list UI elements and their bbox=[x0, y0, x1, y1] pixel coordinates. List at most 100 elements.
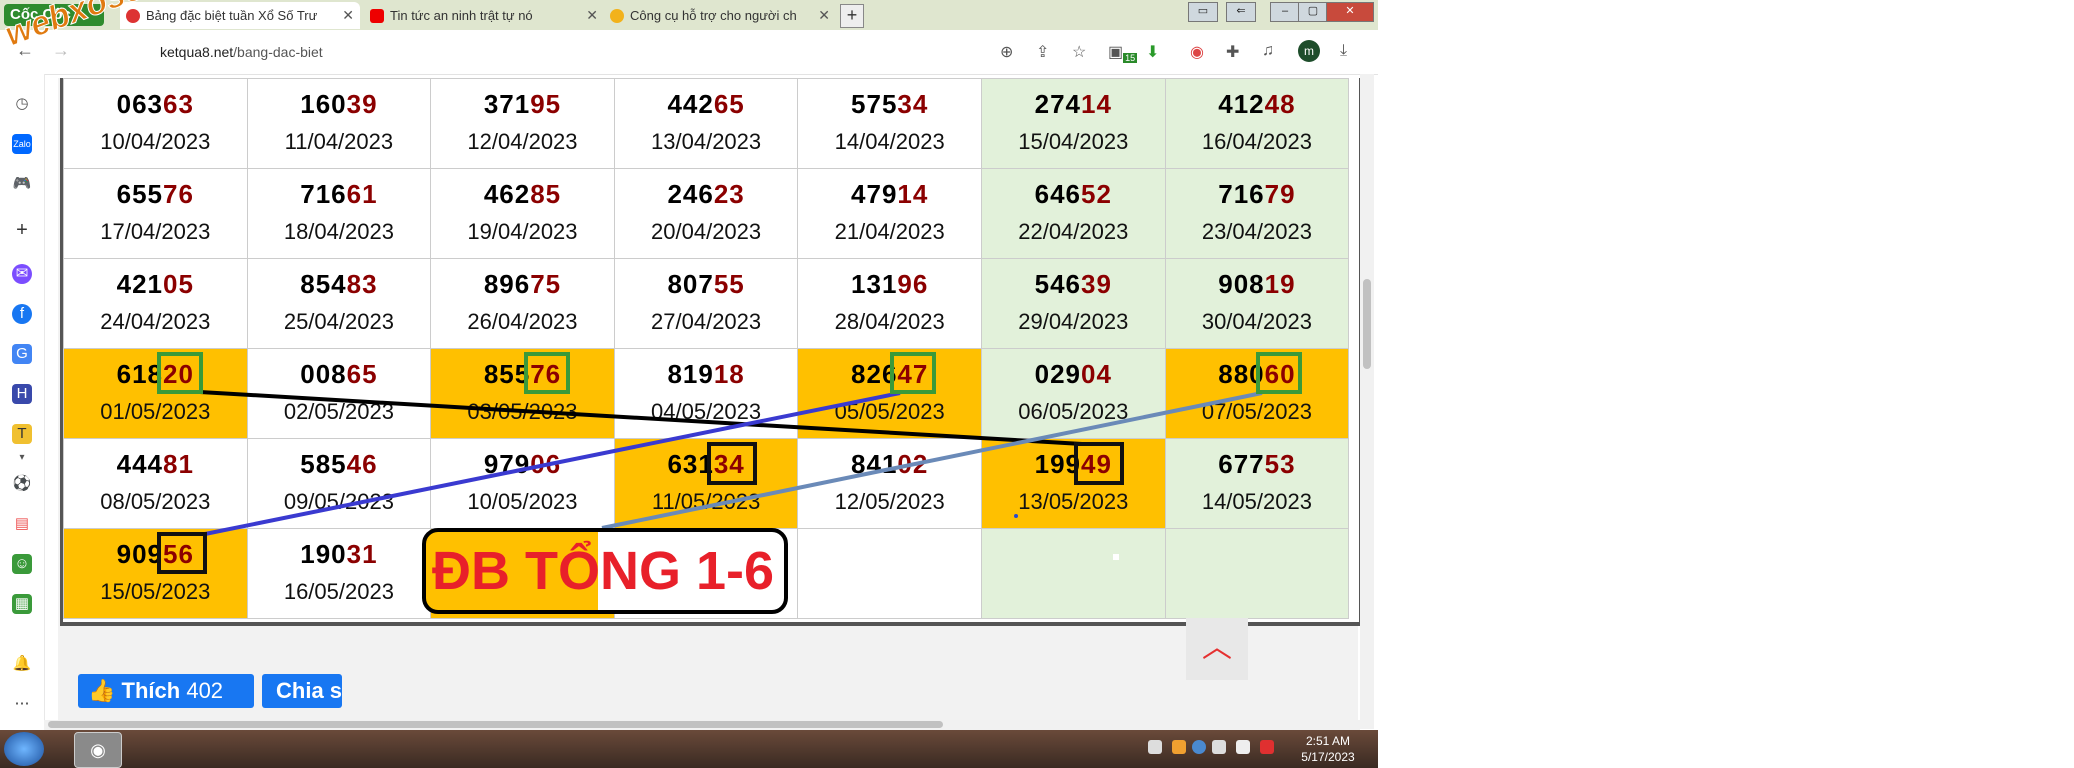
result-cell: 00865 02/05/2023 bbox=[246, 348, 432, 439]
taskbar-coccoc-icon[interactable]: ◉ bbox=[74, 732, 122, 768]
zalo-icon[interactable]: Zalo bbox=[12, 134, 32, 154]
result-cell: 61820 01/05/2023 bbox=[63, 348, 248, 439]
profile-avatar[interactable]: m bbox=[1298, 40, 1320, 62]
result-cell: 84102 12/05/2023 bbox=[797, 438, 982, 529]
number-head: 677 bbox=[1218, 449, 1265, 479]
result-date: 10/04/2023 bbox=[100, 129, 211, 154]
windows-start-icon[interactable] bbox=[4, 732, 44, 766]
add-icon[interactable]: + bbox=[12, 220, 32, 240]
tab-cong-cu[interactable]: Công cụ hỗ trợ cho người ch ✕ bbox=[604, 2, 836, 29]
result-date: 13/04/2023 bbox=[651, 129, 762, 154]
result-number: 00865 bbox=[248, 359, 431, 390]
url-field[interactable]: ketqua8.net/bang-dac-biet bbox=[160, 44, 323, 60]
vertical-scrollbar[interactable] bbox=[1360, 74, 1374, 729]
bell-icon[interactable]: 🔔 bbox=[12, 654, 32, 674]
screenshot-icon[interactable]: ▭ bbox=[1188, 2, 1218, 22]
result-date: 16/04/2023 bbox=[1201, 129, 1312, 154]
tray-app-icon[interactable] bbox=[1172, 740, 1186, 754]
game-icon[interactable]: 🎮 bbox=[12, 174, 32, 194]
result-cell: 44265 13/04/2023 bbox=[613, 78, 799, 169]
share-button[interactable]: Chia s bbox=[262, 674, 342, 708]
media-icon[interactable]: ♫ bbox=[1262, 42, 1274, 60]
scroll-thumb[interactable] bbox=[1363, 279, 1371, 369]
number-tail: 55 bbox=[713, 269, 745, 299]
result-number: 41248 bbox=[1166, 89, 1349, 120]
result-date: 22/04/2023 bbox=[1018, 219, 1129, 244]
tray-network-icon[interactable] bbox=[1148, 740, 1162, 754]
maximize-button[interactable]: ▢ bbox=[1298, 2, 1328, 22]
number-head: 421 bbox=[116, 269, 164, 299]
result-date: 03/05/2023 bbox=[467, 399, 578, 424]
like-button[interactable]: 👍 Thích 402 bbox=[78, 674, 254, 708]
messenger-icon[interactable]: ✉ bbox=[12, 264, 32, 284]
number-tail: 65 bbox=[713, 89, 745, 119]
chevron-down-icon[interactable]: ▾ bbox=[12, 448, 32, 468]
result-cell: 89675 26/04/2023 bbox=[430, 258, 615, 349]
tray-v-icon[interactable] bbox=[1260, 740, 1274, 754]
result-date: 11/04/2023 bbox=[284, 129, 394, 154]
star-icon[interactable]: ☆ bbox=[1072, 42, 1086, 62]
tray-globe-icon[interactable] bbox=[1192, 740, 1206, 754]
history-icon[interactable]: ◷ bbox=[12, 94, 32, 114]
result-number: 24623 bbox=[615, 179, 798, 210]
number-tail: 96 bbox=[897, 269, 929, 299]
result-date: 15/04/2023 bbox=[1018, 129, 1129, 154]
result-cell bbox=[1164, 528, 1350, 619]
hscroll-thumb[interactable] bbox=[48, 721, 943, 728]
number-head: 412 bbox=[1218, 89, 1265, 119]
horizontal-scrollbar[interactable] bbox=[44, 720, 1360, 730]
result-number: 71679 bbox=[1166, 179, 1349, 210]
facebook-icon[interactable]: f bbox=[12, 304, 32, 324]
window-close-button[interactable]: ✕ bbox=[1326, 2, 1374, 22]
puzzle-icon[interactable]: ✚ bbox=[1226, 42, 1239, 62]
downloads-icon[interactable]: ⤓ bbox=[1340, 42, 1347, 60]
close-icon[interactable]: ✕ bbox=[818, 2, 830, 29]
minimize-button[interactable]: – bbox=[1270, 2, 1300, 22]
number-tail: 53 bbox=[1264, 449, 1296, 479]
close-icon[interactable]: ✕ bbox=[342, 2, 354, 29]
result-date: 07/05/2023 bbox=[1201, 399, 1312, 424]
scroll-to-top-button[interactable]: ︿ bbox=[1186, 618, 1248, 680]
close-icon[interactable]: ✕ bbox=[586, 2, 598, 29]
extension-badge-icon[interactable]: ▣ 15 bbox=[1108, 42, 1138, 64]
back-tab-icon[interactable]: ⇐ bbox=[1226, 2, 1256, 22]
taskbar: ◉ 2:51 AM 5/17/2023 bbox=[0, 730, 1378, 768]
number-tail: 52 bbox=[1081, 179, 1112, 209]
result-date: 12/04/2023 bbox=[467, 129, 578, 154]
result-cell: 02904 06/05/2023 bbox=[981, 348, 1166, 439]
number-tail: 79 bbox=[1264, 179, 1296, 209]
result-date: 27/04/2023 bbox=[651, 309, 762, 334]
tray-flag-icon[interactable] bbox=[1212, 740, 1226, 754]
number-tail: 02 bbox=[897, 449, 929, 479]
share-icon[interactable]: ⇪ bbox=[1036, 42, 1049, 62]
shop-icon[interactable]: ▤ bbox=[12, 514, 32, 534]
result-cell: 67753 14/05/2023 bbox=[1164, 438, 1350, 529]
result-number: 42105 bbox=[64, 269, 247, 300]
result-number: 90819 bbox=[1166, 269, 1349, 300]
system-clock[interactable]: 2:51 AM 5/17/2023 bbox=[1300, 733, 1356, 765]
zoom-icon[interactable]: ⊕ bbox=[1000, 42, 1013, 62]
highlight-box-76 bbox=[524, 352, 570, 394]
number-tail: 85 bbox=[530, 179, 562, 209]
sidebar: ◷ Zalo 🎮 + ✉ f G H T ▾ ⚽ ▤ ☺ ▦ 🔔 ⋯ bbox=[0, 74, 45, 729]
t-icon[interactable]: T bbox=[12, 424, 32, 444]
apps-icon[interactable]: ▦ bbox=[12, 594, 32, 614]
chevron-up-icon: ︿ bbox=[1202, 631, 1232, 664]
result-number: 47914 bbox=[798, 179, 981, 210]
number-tail: 39 bbox=[346, 89, 378, 119]
coccoc-icon[interactable]: ◉ bbox=[1190, 42, 1204, 62]
soccer-icon[interactable]: ⚽ bbox=[12, 474, 32, 494]
tray-volume-icon[interactable] bbox=[1236, 740, 1250, 754]
new-tab-button[interactable]: + bbox=[840, 4, 864, 28]
result-date: 25/04/2023 bbox=[283, 309, 394, 334]
cat-icon[interactable]: ☺ bbox=[12, 554, 32, 574]
download-green-icon[interactable]: ⬇ bbox=[1146, 42, 1159, 62]
translate-icon[interactable]: G bbox=[12, 344, 32, 364]
h-icon[interactable]: H bbox=[12, 384, 32, 404]
tab-tin-tuc[interactable]: Tin tức an ninh trật tự nó ✕ bbox=[364, 2, 604, 29]
more-icon[interactable]: ⋯ bbox=[12, 694, 32, 714]
result-cell: 13196 28/04/2023 bbox=[797, 258, 982, 349]
highlight-box-34 bbox=[707, 442, 757, 485]
result-cell: 27414 15/04/2023 bbox=[981, 78, 1166, 169]
result-date: 09/05/2023 bbox=[283, 489, 394, 514]
